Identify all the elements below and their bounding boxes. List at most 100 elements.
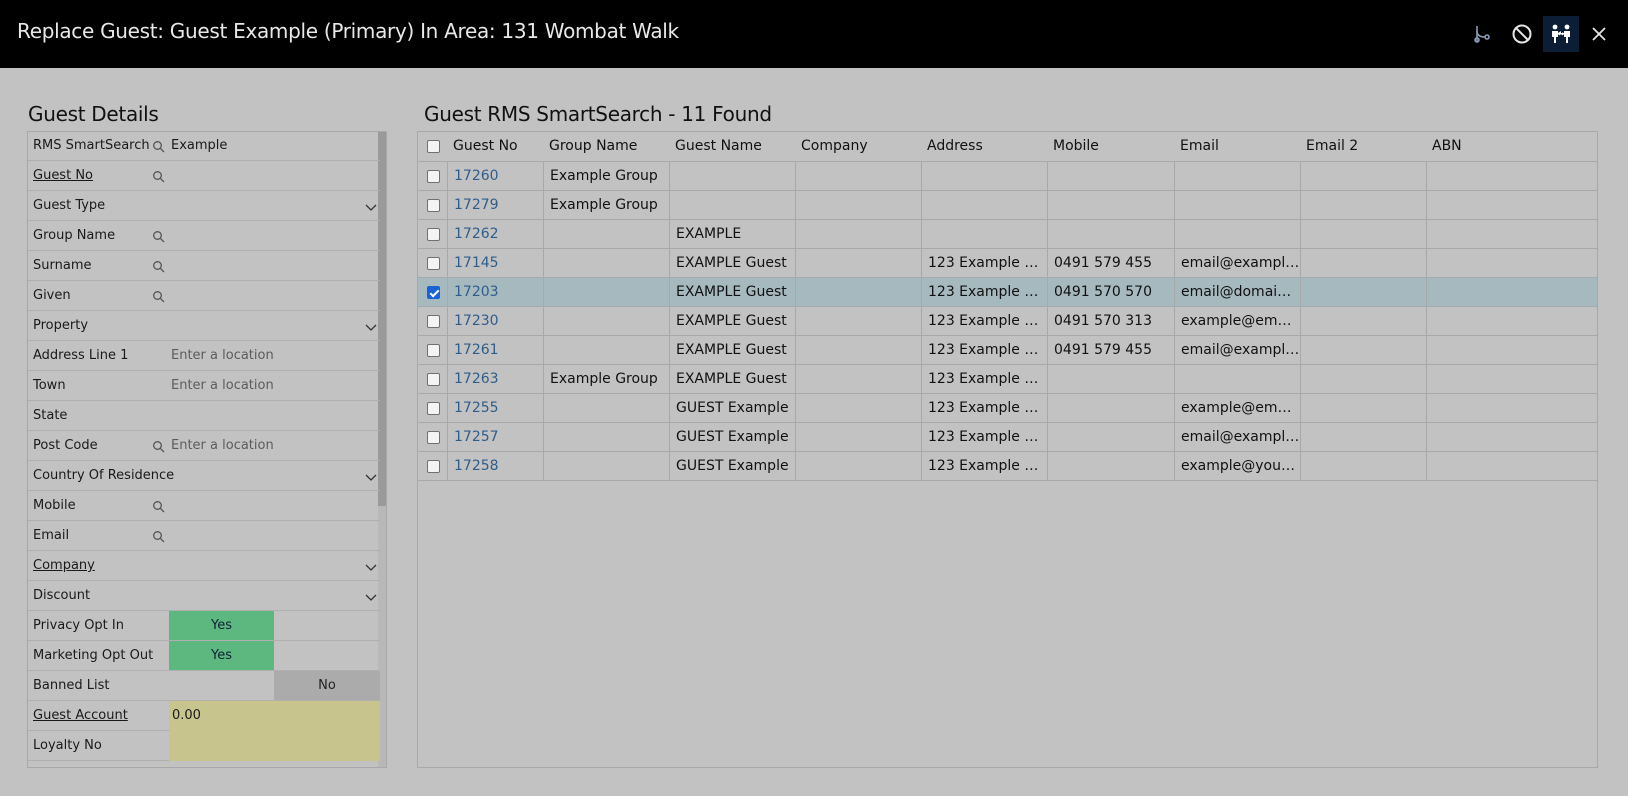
banned-list-toggle[interactable]: No [274,671,380,700]
search-icon[interactable] [152,139,166,153]
guest-account-label[interactable]: Guest Account [33,708,128,723]
table-row[interactable]: 17260 Example Group [418,162,1597,191]
town-input-placeholder[interactable]: Enter a location [171,378,274,393]
privacy-opt-in-toggle[interactable]: Yes [169,611,274,640]
search-icon[interactable] [152,289,166,303]
field-guest-account[interactable]: Guest Account 0.00 [28,701,380,731]
chevron-down-icon[interactable] [364,319,378,333]
table-row[interactable]: 17257 GUEST Example 123 Example Str... emai… [418,423,1597,452]
row-checkbox-cell [418,365,447,395]
field-marketing-opt-out[interactable]: Marketing Opt Out Yes [28,641,380,671]
table-row[interactable]: 17263 Example Group EXAMPLE Guest 123 Examp… [418,365,1597,394]
cell-guest-no[interactable]: 17263 [447,365,543,394]
row-checkbox[interactable] [427,199,440,212]
row-checkbox[interactable] [427,170,440,183]
column-header-abn[interactable]: ABN [1426,132,1597,162]
country-of-residence-label: Country Of Residence [33,468,175,483]
column-header-group-name[interactable]: Group Name [543,132,669,162]
table-row[interactable]: 17262 EXAMPLE [418,220,1597,249]
field-loyalty-no[interactable]: Loyalty No [28,731,380,761]
close-icon[interactable] [1581,16,1617,52]
search-icon[interactable] [152,229,166,243]
cell-mobile [1047,365,1174,394]
field-town[interactable]: Town Enter a location [28,371,380,401]
loyalty-no-input[interactable] [169,731,380,761]
table-row[interactable]: 17261 EXAMPLE Guest 123 Example Str... 0491… [418,336,1597,365]
address-line-1-input-placeholder[interactable]: Enter a location [171,348,274,363]
field-banned-list[interactable]: Banned List No [28,671,380,701]
select-all-checkbox[interactable] [427,140,440,153]
merge-guests-icon[interactable] [1543,16,1579,52]
table-row[interactable]: 17203 EXAMPLE Guest 123 Example Str... 0491… [418,278,1597,307]
field-guest-type[interactable]: Guest Type [28,191,380,221]
field-mobile[interactable]: Mobile [28,491,380,521]
field-state[interactable]: State [28,401,380,431]
field-email[interactable]: Email [28,521,380,551]
field-surname[interactable]: Surname [28,251,380,281]
field-given[interactable]: Given [28,281,380,311]
no-entry-icon[interactable] [1504,16,1540,52]
column-header-email[interactable]: Email [1174,132,1300,162]
cell-address [921,191,1047,220]
search-icon[interactable] [152,499,166,513]
column-header-guest-name[interactable]: Guest Name [669,132,795,162]
cell-guest-no[interactable]: 17279 [447,191,543,220]
cell-guest-no[interactable]: 17203 [447,278,543,307]
table-row[interactable]: 17145 EXAMPLE Guest 123 Example Ex... 0491 … [418,249,1597,278]
company-label[interactable]: Company [33,558,95,573]
cell-guest-no[interactable]: 17262 [447,220,543,249]
row-checkbox[interactable] [427,228,440,241]
cell-guest-no[interactable]: 17255 [447,394,543,423]
row-checkbox[interactable] [427,257,440,270]
chevron-down-icon[interactable] [364,199,378,213]
row-checkbox[interactable] [427,460,440,473]
cell-guest-no[interactable]: 17258 [447,452,543,481]
cell-company [795,336,921,365]
field-address-line-1[interactable]: Address Line 1 Enter a location [28,341,380,371]
field-company[interactable]: Company [28,551,380,581]
branch-icon[interactable] [1464,16,1500,52]
cell-guest-no[interactable]: 17260 [447,162,543,191]
table-row[interactable]: 17255 GUEST Example 123 Example Str... exam… [418,394,1597,423]
rms-smartsearch-input-value[interactable]: Example [171,138,227,153]
cell-guest-no[interactable]: 17257 [447,423,543,452]
search-icon[interactable] [152,169,166,183]
column-header-company[interactable]: Company [795,132,921,162]
cell-guest-no[interactable]: 17261 [447,336,543,365]
field-discount[interactable]: Discount [28,581,380,611]
cell-guest-no[interactable]: 17145 [447,249,543,278]
table-row[interactable]: 17279 Example Group [418,191,1597,220]
search-icon[interactable] [152,529,166,543]
search-icon[interactable] [152,439,166,453]
row-checkbox[interactable] [427,431,440,444]
table-row[interactable]: 17230 EXAMPLE Guest 123 Example Str... 0491… [418,307,1597,336]
column-header-address[interactable]: Address [921,132,1047,162]
post-code-input-placeholder[interactable]: Enter a location [171,438,274,453]
field-property[interactable]: Property [28,311,380,341]
row-checkbox[interactable] [427,315,440,328]
cell-guest-name: GUEST Example [669,423,795,452]
cell-mobile [1047,162,1174,191]
row-checkbox[interactable] [427,402,440,415]
row-checkbox[interactable] [427,344,440,357]
column-header-guest-no[interactable]: Guest No [447,132,543,162]
row-checkbox[interactable] [427,286,440,299]
marketing-opt-out-toggle[interactable]: Yes [169,641,274,670]
row-checkbox[interactable] [427,373,440,386]
table-row[interactable]: 17258 GUEST Example 123 Example Str... exam… [418,452,1597,481]
field-guest-no[interactable]: Guest No [28,161,380,191]
guest-account-input[interactable]: 0.00 [169,701,380,731]
column-header-mobile[interactable]: Mobile [1047,132,1174,162]
cell-guest-no[interactable]: 17230 [447,307,543,336]
field-country-of-residence[interactable]: Country Of Residence [28,461,380,491]
field-privacy-opt-in[interactable]: Privacy Opt In Yes [28,611,380,641]
field-group-name[interactable]: Group Name [28,221,380,251]
chevron-down-icon[interactable] [364,559,378,573]
field-rms-smartsearch[interactable]: RMS SmartSearch Example [28,132,380,161]
column-header-email-2[interactable]: Email 2 [1300,132,1426,162]
field-post-code[interactable]: Post Code Enter a location [28,431,380,461]
search-icon[interactable] [152,259,166,273]
chevron-down-icon[interactable] [364,469,378,483]
guest-no-label[interactable]: Guest No [33,168,93,183]
chevron-down-icon[interactable] [364,589,378,603]
